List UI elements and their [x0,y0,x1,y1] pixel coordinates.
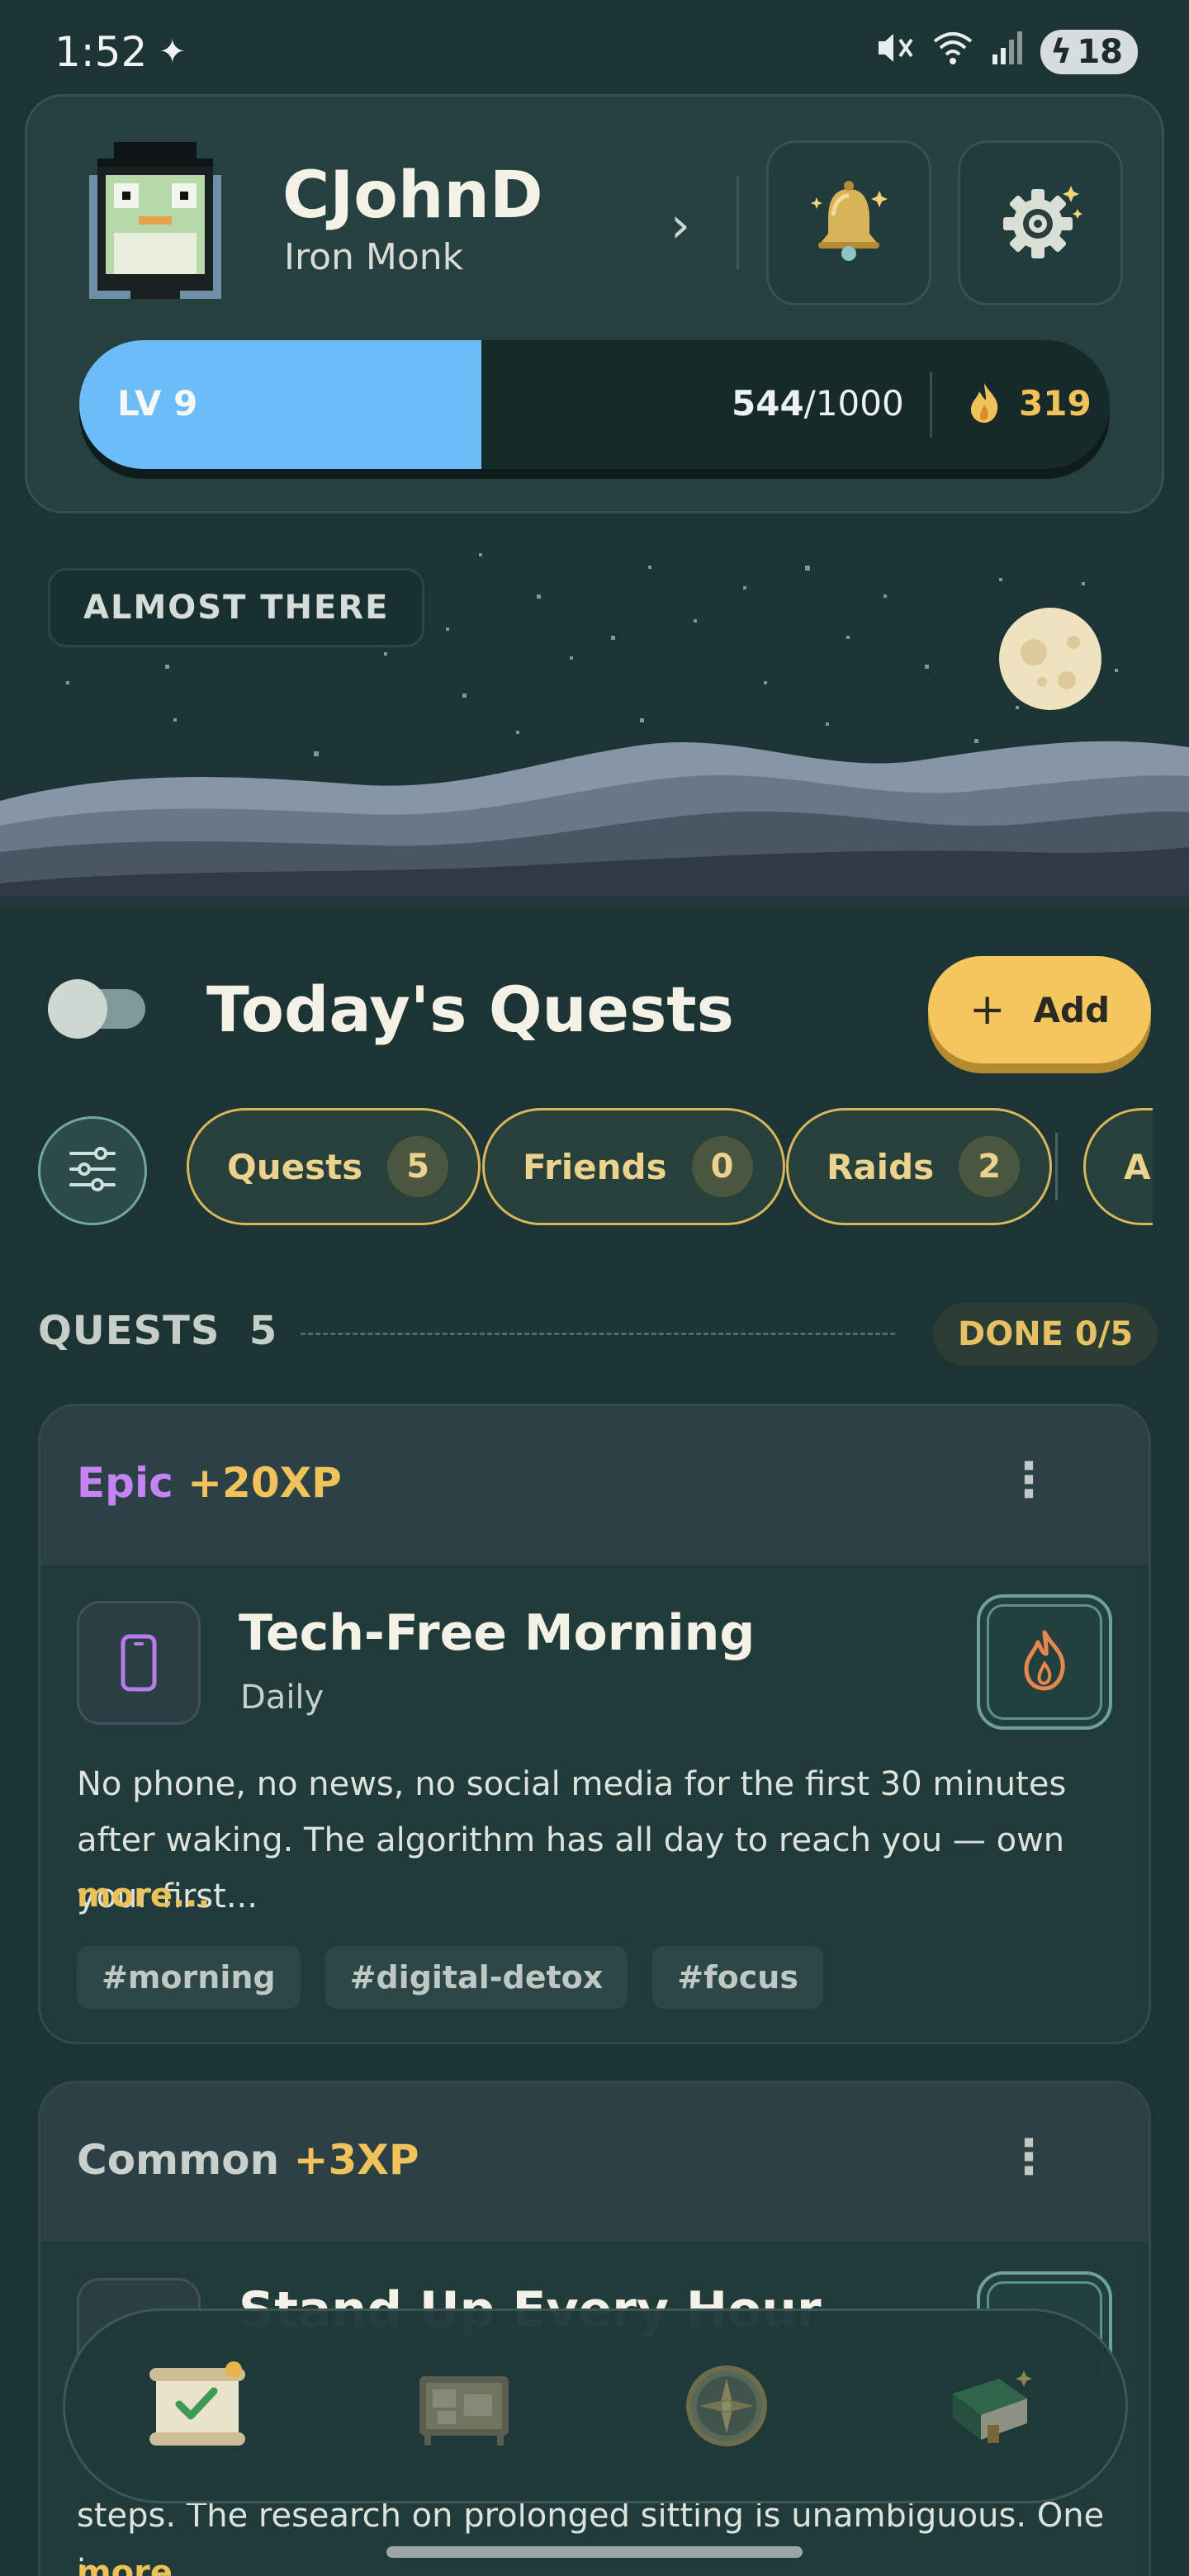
section-title: QUESTS [38,1308,220,1354]
bell-icon [803,176,894,270]
status-icons: ϟ 18 [875,30,1138,74]
quest-board-icon [413,2365,515,2451]
filter-chip-quests[interactable]: Quests 5 [187,1108,481,1225]
tag[interactable]: #morning [77,1946,301,2009]
complete-quest-button[interactable] [977,1594,1112,1730]
moon-icon [999,608,1101,710]
rarity-label: Epic +20XP [77,1459,342,1507]
chip-count: 2 [959,1136,1021,1197]
quest-card[interactable]: Epic +20XP ⋮ Tech-Free Morning Daily No … [38,1404,1151,2044]
frog-avatar[interactable] [64,134,246,315]
xp-reward: +3XP [293,2136,419,2184]
battery-level: 18 [1077,33,1123,71]
scroll-edge [1153,1098,1189,1238]
chip-label: Friends [523,1146,667,1187]
dashed-divider [301,1333,895,1335]
tag[interactable]: #digital-detox [324,1946,628,2009]
wifi-icon [931,30,974,74]
quests-scroll-icon [144,2356,252,2459]
filter-chip-friends[interactable]: Friends 0 [482,1108,785,1225]
compass-icon [681,2361,772,2455]
signal-icon [991,30,1024,74]
battery-indicator: ϟ 18 [1040,30,1138,74]
xp-total: /1000 [803,383,904,424]
quest-description: No phone, no news, no social media for t… [77,1765,1067,1915]
player-title: Iron Monk [284,236,464,278]
level-progress-bar [79,340,1110,469]
nav-board-tab[interactable] [406,2350,522,2465]
filter-button[interactable] [38,1116,147,1225]
nav-quests-tab[interactable] [140,2350,256,2465]
charging-icon: ϟ [1049,33,1073,71]
quest-name: Tech-Free Morning [239,1604,756,1662]
add-label: Add [1033,989,1111,1030]
rarity-label: Common +3XP [77,2136,419,2184]
chevron-right-icon[interactable]: › [670,197,690,254]
quests-toggle[interactable] [48,979,145,1039]
chip-label: Raids [827,1146,935,1187]
streak-count: 319 [1019,383,1092,424]
status-time: 1:52 [54,28,148,76]
username[interactable]: CJohnD [282,159,543,233]
level-label: LV 9 [117,383,198,424]
sparkle-icon: ✦ [159,33,187,71]
toggle-knob [48,979,107,1039]
filter-chip-raids[interactable]: Raids 2 [786,1108,1053,1225]
more-options-icon[interactable]: ⋮ [1005,2133,1053,2181]
more-options-icon[interactable]: ⋮ [1005,1456,1053,1503]
section-count: 5 [249,1308,278,1354]
chip-count: 0 [691,1136,753,1197]
xp-current: 544 [732,383,804,424]
progress-status-badge: ALMOST THERE [48,568,425,647]
journal-book-icon [941,2361,1040,2455]
mute-icon [875,30,915,74]
more-link[interactable]: more... [77,1877,211,1915]
divider [930,372,932,438]
notifications-button[interactable] [766,140,931,305]
nav-explore-tab[interactable] [669,2350,784,2465]
plus-icon: + [969,985,1006,1035]
flame-icon [1020,1629,1069,1695]
chip-count: 5 [387,1136,449,1197]
divider [737,177,739,269]
add-quest-button[interactable]: + Add [928,956,1151,1063]
sliders-icon [68,1147,117,1195]
tag-list: #morning #digital-detox #focus [77,1946,823,2009]
gear-icon [995,176,1086,270]
home-indicator[interactable] [386,2546,803,2558]
done-counter-badge: DONE 0/5 [933,1303,1158,1366]
rarity-name: Epic [77,1459,173,1507]
tag[interactable]: #focus [652,1946,823,2009]
xp-readout: 544/1000 [732,383,904,424]
more-link[interactable]: more... [77,2554,211,2576]
nav-journal-tab[interactable] [933,2350,1049,2465]
quest-frequency: Daily [240,1679,324,1717]
phone-icon [77,1601,201,1725]
rarity-name: Common [77,2136,280,2184]
xp-reward: +20XP [187,1459,342,1507]
flame-icon [968,381,1001,428]
chip-label: Quests [227,1146,363,1187]
page-title: Today's Quests [206,973,734,1046]
settings-button[interactable] [958,140,1123,305]
section-label: QUESTS 5 [38,1308,277,1354]
divider [1055,1133,1058,1200]
